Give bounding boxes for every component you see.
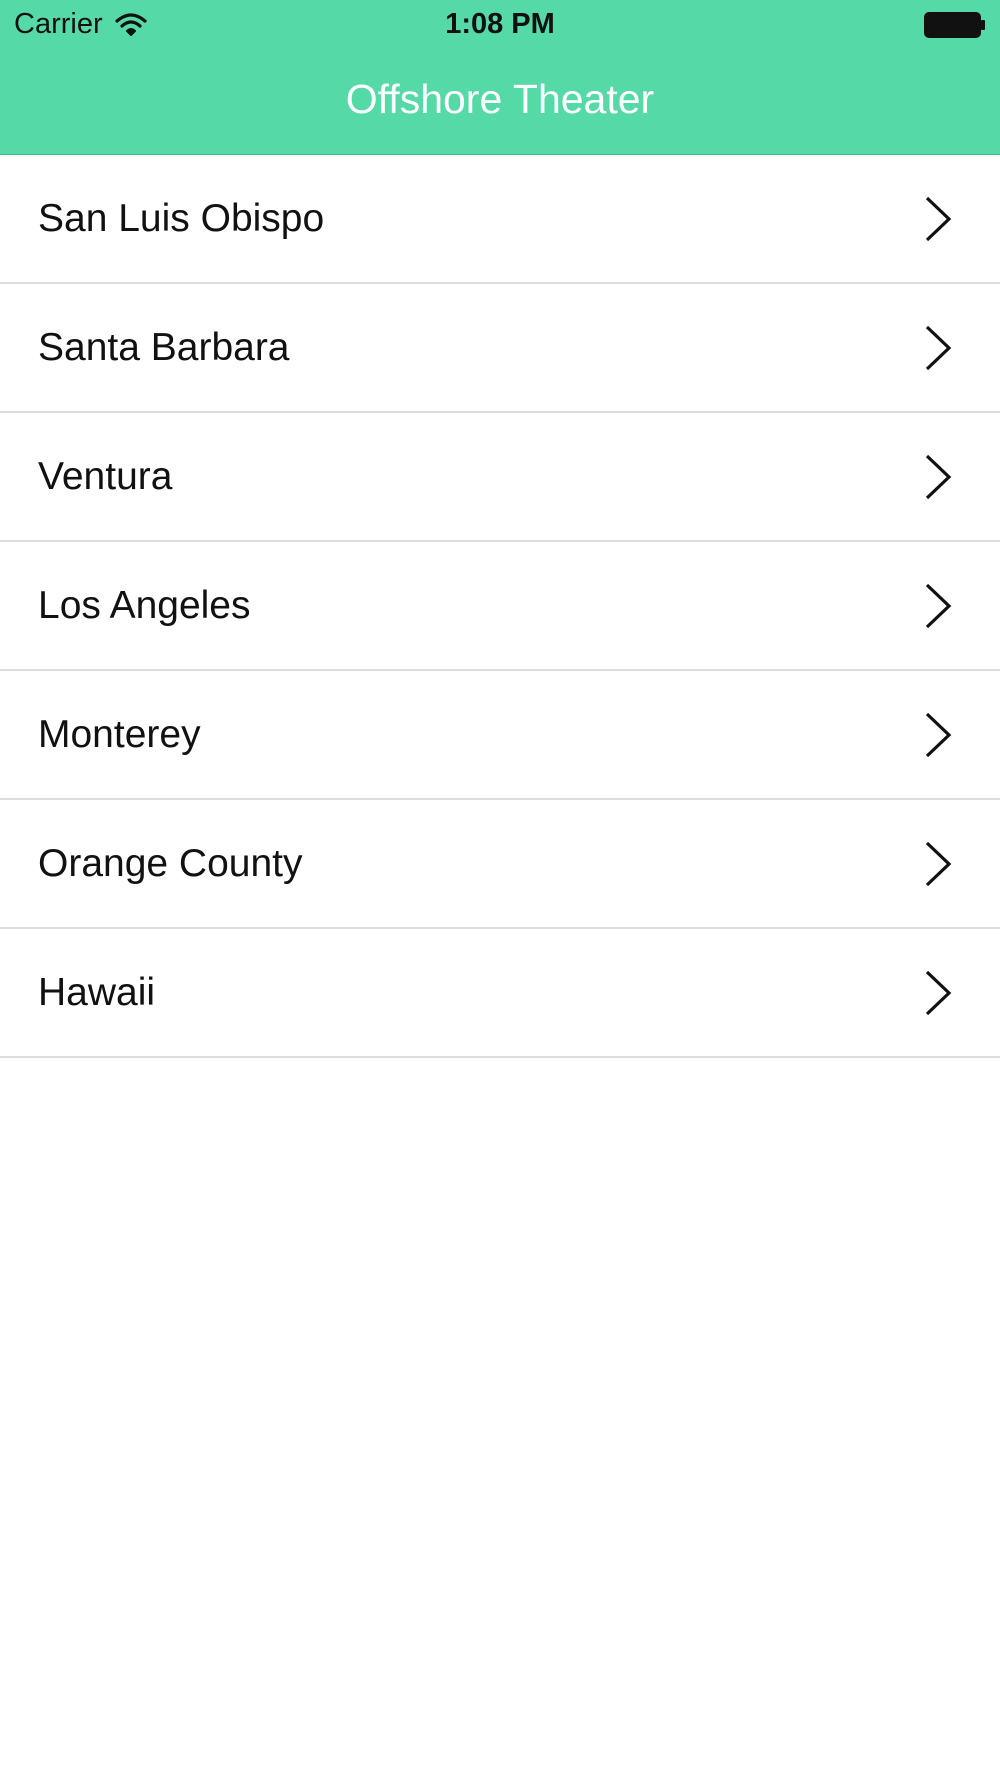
chevron-right-icon — [925, 970, 952, 1015]
navigation-header: Carrier 1:08 PM Offshore Theater — [0, 0, 1000, 155]
chevron-right-icon — [925, 325, 952, 370]
chevron-right-icon — [925, 841, 952, 886]
battery-icon — [924, 12, 985, 38]
status-bar: Carrier 1:08 PM — [0, 0, 1000, 50]
list-item[interactable]: Santa Barbara — [0, 284, 1000, 413]
list-item-label: San Luis Obispo — [38, 196, 325, 240]
status-time: 1:08 PM — [445, 8, 555, 40]
list-item[interactable]: San Luis Obispo — [0, 155, 1000, 284]
list-item-label: Santa Barbara — [38, 325, 290, 369]
list-item[interactable]: Monterey — [0, 671, 1000, 800]
list-item-label: Hawaii — [38, 970, 156, 1014]
list-item-label: Orange County — [38, 841, 303, 885]
list-item[interactable]: Los Angeles — [0, 542, 1000, 671]
chevron-right-icon — [925, 196, 952, 241]
list-item-label: Monterey — [38, 712, 201, 756]
list-item[interactable]: Hawaii — [0, 929, 1000, 1058]
page-title: Offshore Theater — [345, 76, 655, 122]
list-item-label: Los Angeles — [38, 583, 251, 627]
list-item[interactable]: Ventura — [0, 413, 1000, 542]
list-item[interactable]: Orange County — [0, 800, 1000, 929]
region-list: San Luis Obispo Santa Barbara Ventura Lo… — [0, 155, 1000, 1058]
chevron-right-icon — [925, 454, 952, 499]
chevron-right-icon — [925, 583, 952, 628]
list-item-label: Ventura — [38, 454, 173, 498]
chevron-right-icon — [925, 712, 952, 757]
